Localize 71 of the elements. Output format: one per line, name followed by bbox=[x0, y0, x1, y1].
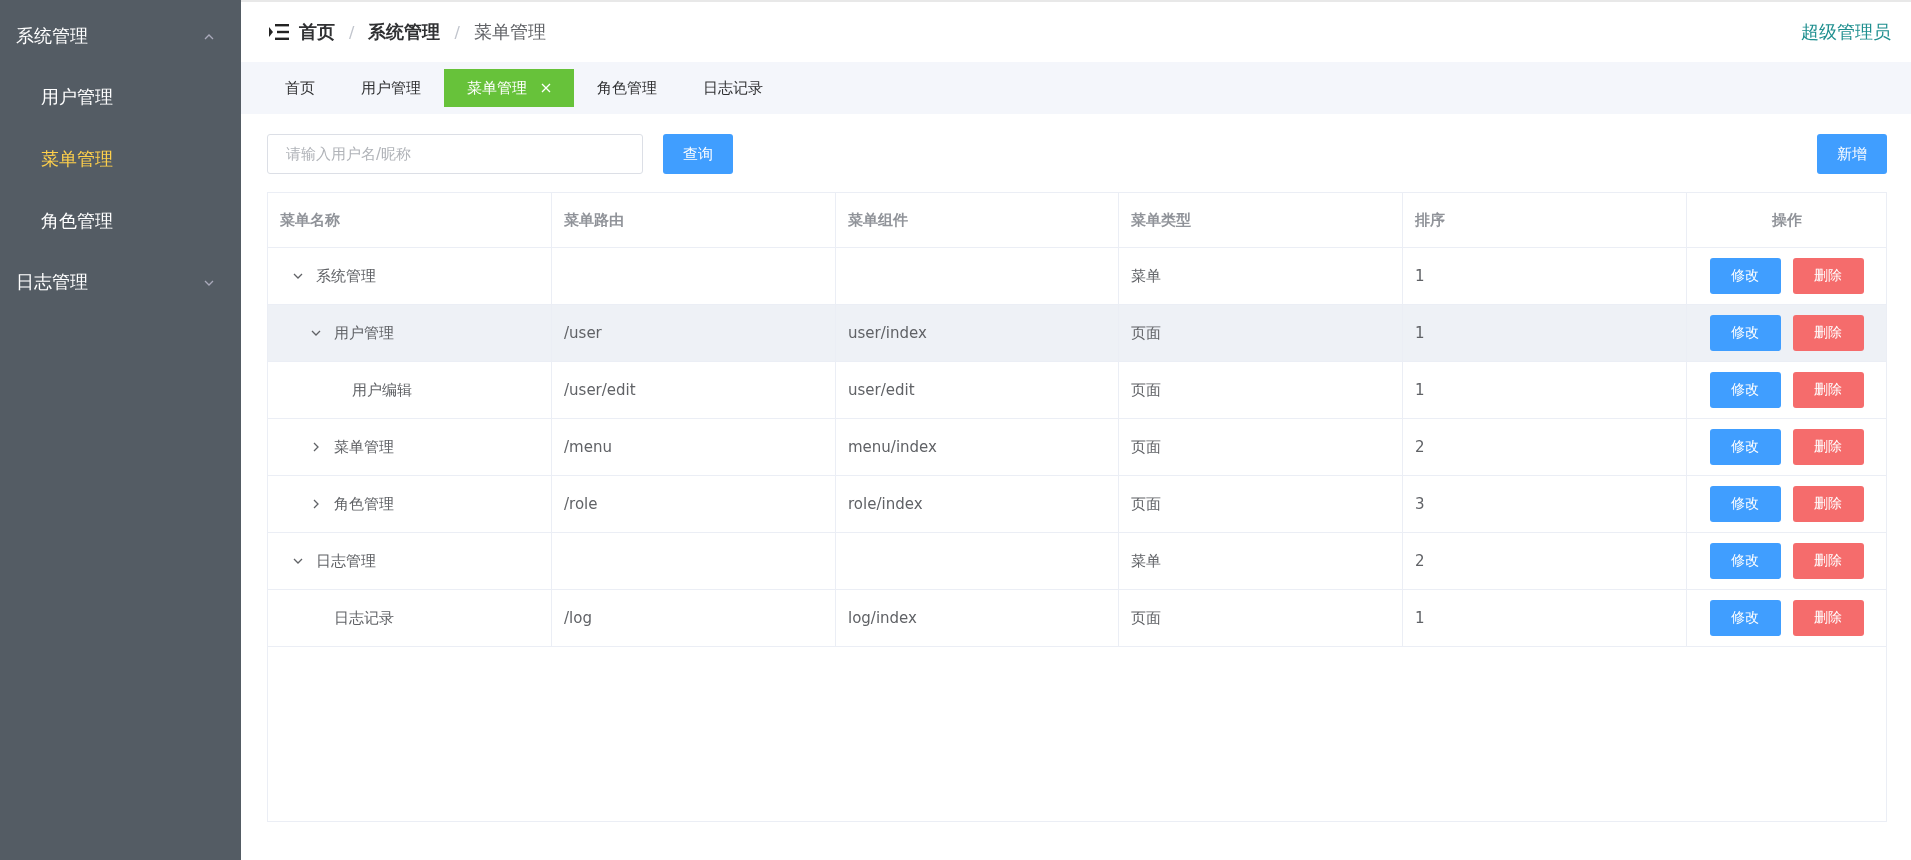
table-cell: 日志管理 bbox=[316, 551, 376, 571]
edit-button[interactable]: 修改 bbox=[1709, 486, 1781, 522]
sidebar-item[interactable]: 菜单管理 bbox=[0, 128, 241, 190]
delete-button[interactable]: 删除 bbox=[1792, 429, 1864, 465]
table-cell: 2 bbox=[1415, 438, 1425, 456]
search-button[interactable]: 查询 bbox=[663, 134, 733, 174]
menu-group[interactable]: 日志管理 bbox=[0, 252, 241, 312]
tab[interactable]: 首页 bbox=[262, 69, 338, 107]
tab[interactable]: 角色管理 bbox=[574, 69, 680, 107]
add-button[interactable]: 新增 bbox=[1817, 134, 1887, 174]
table-cell: 日志记录 bbox=[334, 608, 394, 628]
sidebar-item[interactable]: 用户管理 bbox=[0, 66, 241, 128]
delete-button[interactable]: 删除 bbox=[1792, 372, 1864, 408]
table-cell: /user bbox=[564, 324, 602, 342]
table-cell: log/index bbox=[848, 609, 917, 627]
edit-button[interactable]: 修改 bbox=[1709, 543, 1781, 579]
breadcrumb-item: 菜单管理 bbox=[473, 20, 546, 44]
table-cell: 页面 bbox=[1131, 437, 1161, 457]
delete-button[interactable]: 删除 bbox=[1792, 315, 1864, 351]
search-field[interactable]: 请输入用户名/昵称 bbox=[267, 134, 643, 174]
table-cell: 3 bbox=[1415, 495, 1425, 513]
table-cell: 1 bbox=[1415, 324, 1425, 342]
table-cell: user/edit bbox=[848, 381, 915, 399]
table-cell: 角色管理 bbox=[334, 494, 394, 514]
user-name[interactable]: 超级管理员 bbox=[1801, 20, 1891, 44]
breadcrumb-item[interactable]: 系统管理 bbox=[368, 20, 441, 44]
table-cell: 2 bbox=[1415, 552, 1425, 570]
delete-button[interactable]: 删除 bbox=[1792, 486, 1864, 522]
tab[interactable]: 用户管理 bbox=[338, 69, 444, 107]
edit-button[interactable]: 修改 bbox=[1709, 258, 1781, 294]
table-cell: 页面 bbox=[1131, 323, 1161, 343]
table-cell: menu/index bbox=[848, 438, 937, 456]
breadcrumb-item[interactable]: 首页 bbox=[299, 20, 335, 44]
table-cell: 页面 bbox=[1131, 608, 1161, 628]
table-cell: 用户管理 bbox=[334, 323, 394, 343]
column-header: 排序 bbox=[1403, 193, 1687, 247]
column-header: 菜单名称 bbox=[268, 193, 552, 247]
column-header: 操作 bbox=[1770, 209, 1803, 231]
column-header: 菜单类型 bbox=[1119, 193, 1403, 247]
delete-button[interactable]: 删除 bbox=[1792, 543, 1864, 579]
tab[interactable]: 菜单管理 bbox=[444, 69, 574, 107]
table-cell: /role bbox=[564, 495, 598, 513]
table-cell: /log bbox=[564, 609, 592, 627]
menu-group[interactable]: 系统管理 bbox=[0, 6, 241, 66]
table-cell: 用户编辑 bbox=[352, 380, 412, 400]
table-cell: 页面 bbox=[1131, 380, 1161, 400]
delete-button[interactable]: 删除 bbox=[1792, 258, 1864, 294]
tab[interactable]: 日志记录 bbox=[680, 69, 786, 107]
edit-button[interactable]: 修改 bbox=[1709, 600, 1781, 636]
table-cell: 菜单管理 bbox=[334, 437, 394, 457]
edit-button[interactable]: 修改 bbox=[1709, 315, 1781, 351]
delete-button[interactable]: 删除 bbox=[1792, 600, 1864, 636]
menu-fold-icon[interactable] bbox=[269, 24, 289, 40]
column-header: 菜单组件 bbox=[836, 193, 1119, 247]
table-cell: role/index bbox=[848, 495, 923, 513]
table-cell: 1 bbox=[1415, 609, 1425, 627]
table-cell: user/index bbox=[848, 324, 927, 342]
table-cell: /menu bbox=[564, 438, 612, 456]
table-cell: 菜单 bbox=[1131, 551, 1161, 571]
column-header: 菜单路由 bbox=[552, 193, 836, 247]
table-cell: 菜单 bbox=[1131, 266, 1161, 286]
breadcrumb-separator: / bbox=[454, 22, 460, 42]
table-cell: 1 bbox=[1415, 381, 1425, 399]
table-cell: /user/edit bbox=[564, 381, 636, 399]
table-cell: 系统管理 bbox=[316, 266, 376, 286]
breadcrumb-separator: / bbox=[349, 22, 355, 42]
edit-button[interactable]: 修改 bbox=[1709, 429, 1781, 465]
table-cell: 页面 bbox=[1131, 494, 1161, 514]
table-cell: 1 bbox=[1415, 267, 1425, 285]
sidebar-item[interactable]: 角色管理 bbox=[0, 190, 241, 252]
edit-button[interactable]: 修改 bbox=[1709, 372, 1781, 408]
